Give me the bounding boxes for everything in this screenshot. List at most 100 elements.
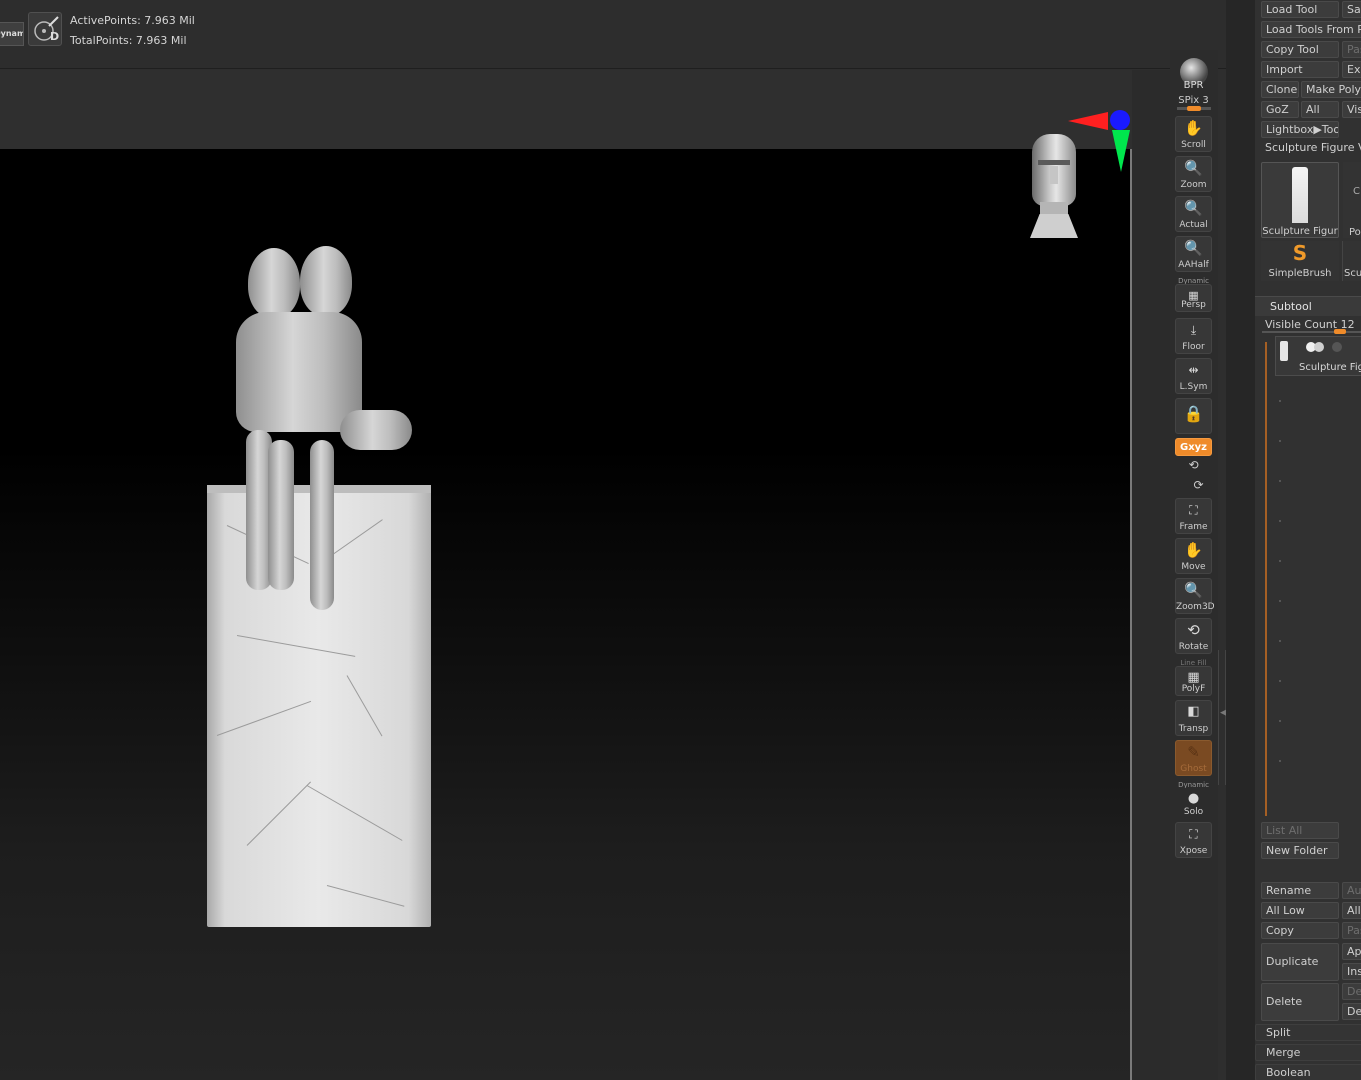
load-tools-from-project-button[interactable]: Load Tools From Pr [1261, 21, 1361, 38]
canvas-header-strip [0, 70, 1170, 149]
figure-right-head [300, 246, 352, 316]
figures-torso [236, 312, 362, 432]
solo-button[interactable]: ● Solo [1175, 788, 1212, 818]
scroll-button[interactable]: ✋ Scroll [1175, 116, 1212, 152]
polymesh-thumbnail-label: Po [1349, 227, 1361, 238]
actual-button[interactable]: 🔍 Actual [1175, 196, 1212, 232]
lsym-button[interactable]: ⇹ L.Sym [1175, 358, 1212, 394]
zoom-label: Zoom [1180, 180, 1207, 190]
move-button[interactable]: ✋ Move [1175, 538, 1212, 574]
rotate-z-icon[interactable]: ⟳ [1180, 478, 1217, 492]
load-tool-button[interactable]: Load Tool [1261, 1, 1339, 18]
subtool-item-name: Sculpture Fig [1299, 362, 1361, 373]
goz-button[interactable]: GoZ [1261, 101, 1299, 118]
3d-viewport[interactable] [0, 149, 1130, 1080]
point-stats: ActivePoints: 7.963 Mil TotalPoints: 7.9… [70, 11, 195, 51]
shelf-scrollbar[interactable]: ◀ [1218, 650, 1227, 785]
visible-count-slider[interactable] [1262, 329, 1361, 334]
xpose-button[interactable]: ⛶ Xpose [1175, 822, 1212, 858]
transp-button[interactable]: ◧ Transp [1175, 700, 1212, 736]
list-all-button[interactable]: List All [1261, 822, 1339, 839]
rename-button[interactable]: Rename [1261, 882, 1339, 899]
all-low-button[interactable]: All Low [1261, 902, 1339, 919]
delete-all-button[interactable]: Del [1342, 1003, 1361, 1020]
pedestal-crack [216, 700, 312, 736]
subtool-list-rail [1265, 342, 1267, 816]
frame-button[interactable]: ⛶ Frame [1175, 498, 1212, 534]
sculpt-tool-label: Scul [1344, 268, 1361, 279]
subtool-item[interactable]: Sculpture Fig [1275, 336, 1361, 376]
zoom3d-label: Zoom3D [1176, 602, 1215, 612]
clone-button[interactable]: Clone [1261, 81, 1299, 98]
xyz-rotate-button[interactable]: Gxyz [1175, 438, 1212, 456]
frame-corners-icon: ⛶ [1189, 503, 1198, 517]
empty-slot-marker [1279, 520, 1281, 522]
solo-label: Solo [1183, 807, 1204, 817]
empty-slot-marker [1279, 600, 1281, 602]
subtool-section-header[interactable]: Subtool [1255, 296, 1361, 316]
x-axis-arrow-icon [1068, 112, 1108, 130]
figure-seated-leg [340, 410, 412, 450]
empty-slot-marker [1279, 480, 1281, 482]
bpr-label: BPR [1183, 80, 1204, 91]
save-as-button[interactable]: Sav [1342, 1, 1361, 18]
solo-toggle-icon[interactable] [1332, 342, 1342, 352]
dynamic-mode-button[interactable]: Dynamic [0, 22, 24, 46]
floor-label: Floor [1182, 342, 1205, 352]
ghost-button[interactable]: ✎ Ghost [1175, 740, 1212, 776]
axis-gizmo[interactable] [1066, 108, 1130, 178]
persp-button[interactable]: ▦ Persp [1175, 284, 1212, 312]
append-button[interactable]: App [1342, 943, 1361, 960]
current-tool-thumbnail[interactable]: Sculpture Figur [1261, 162, 1339, 238]
floor-button[interactable]: ⤓ Floor [1175, 318, 1212, 354]
simplebrush-button[interactable]: S SimpleBrush [1261, 241, 1339, 281]
right-shelf: BPR SPix 3 ✋ Scroll 🔍 Zoom 🔍 Actual 🔍 AA… [1170, 50, 1218, 1080]
polymesh-thumbnail[interactable]: C Po [1343, 162, 1361, 238]
bpr-button[interactable]: BPR [1175, 56, 1212, 92]
pedestal-crack [326, 885, 405, 907]
aahalf-button[interactable]: 🔍 AAHalf [1175, 236, 1212, 272]
empty-slot-marker [1279, 440, 1281, 442]
move-label: Move [1181, 562, 1206, 572]
zoom-button[interactable]: 🔍 Zoom [1175, 156, 1212, 192]
aahalf-label: AAHalf [1178, 260, 1209, 270]
lightbox-tools-button[interactable]: Lightbox▶Tools [1261, 121, 1339, 138]
polyf-button[interactable]: ▦ PolyF [1175, 666, 1212, 696]
duplicate-button[interactable]: Duplicate [1261, 943, 1339, 981]
export-button[interactable]: Exp [1342, 61, 1361, 78]
ghost-brush-icon: ✎ [1187, 743, 1200, 761]
import-button[interactable]: Import [1261, 61, 1339, 78]
spix-slider-knob[interactable] [1187, 106, 1201, 111]
visible-count-knob[interactable] [1334, 329, 1346, 334]
goz-visible-button[interactable]: Vis [1342, 101, 1361, 118]
merge-section-button[interactable]: Merge [1255, 1044, 1361, 1061]
autoreorder-button[interactable]: Aut [1342, 882, 1361, 899]
draw-mode-button[interactable]: D [28, 12, 62, 46]
rotate-label: Rotate [1178, 642, 1209, 652]
empty-slot-marker [1279, 560, 1281, 562]
delete-button[interactable]: Delete [1261, 983, 1339, 1021]
paste-subtool-button[interactable]: Pas [1342, 922, 1361, 939]
polypaint-toggle-icon[interactable] [1314, 342, 1324, 352]
rotate-button[interactable]: ⟲ Rotate [1175, 618, 1212, 654]
figure-leg-mid [268, 440, 294, 590]
copy-tool-button[interactable]: Copy Tool [1261, 41, 1339, 58]
sculpt-tool-button[interactable]: Scul [1342, 241, 1361, 281]
split-section-button[interactable]: Split [1255, 1024, 1361, 1041]
all-high-button[interactable]: All [1342, 902, 1361, 919]
rotate-y-icon[interactable]: ⟲ [1175, 458, 1212, 472]
spix-slider[interactable] [1177, 106, 1211, 111]
pedestal-crack [246, 781, 311, 846]
paste-tool-button[interactable]: Pas [1342, 41, 1361, 58]
zoom3d-button[interactable]: 🔍 Zoom3D [1175, 578, 1215, 614]
pedestal-crack [306, 785, 403, 841]
delete-other-button[interactable]: Del [1342, 983, 1361, 1000]
goz-all-button[interactable]: All [1301, 101, 1339, 118]
insert-button[interactable]: Ins [1342, 963, 1361, 980]
make-polymesh-button[interactable]: Make PolyM [1301, 81, 1361, 98]
tool-panel: Load Tool Sav Load Tools From Pr Copy To… [1255, 0, 1361, 1080]
boolean-section-button[interactable]: Boolean [1255, 1064, 1361, 1080]
lock-camera-button[interactable]: 🔒 [1175, 398, 1212, 434]
copy-subtool-button[interactable]: Copy [1261, 922, 1339, 939]
new-folder-button[interactable]: New Folder [1261, 842, 1339, 859]
